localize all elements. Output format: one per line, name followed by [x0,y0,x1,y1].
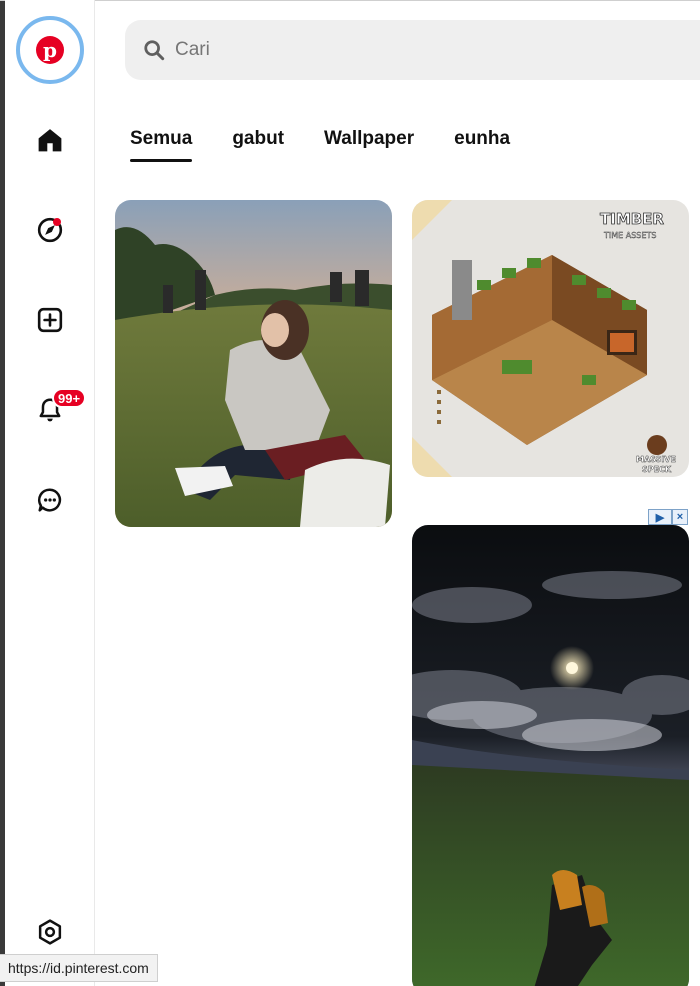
chat-icon [38,488,62,512]
ad-close-button[interactable]: × [672,509,688,525]
tab-wallpaper[interactable]: Wallpaper [324,128,414,162]
pin-card-night-meadow[interactable] [412,525,689,986]
tab-eunha[interactable]: eunha [454,128,510,162]
pin-card-timber-room[interactable]: TIMBER TIME ASSETS MASSIVE SPECK [412,200,689,477]
status-bar-url: https://id.pinterest.com [0,954,158,982]
home-button[interactable] [20,110,80,170]
window-top-edge [0,0,700,1]
new-content-dot [53,218,61,226]
pin2-subtitle: TIME ASSETS [603,231,656,240]
create-button[interactable] [20,290,80,350]
ad-info-button[interactable]: ▶ [648,509,672,525]
pin-image-night-meadow [412,525,689,986]
settings-button[interactable] [20,902,80,962]
search-icon [144,40,165,61]
messages-button[interactable] [20,470,80,530]
home-icon [38,129,62,152]
tab-gabut[interactable]: gabut [232,128,284,162]
pinterest-logo-button[interactable]: p [16,16,84,84]
notification-count-badge: 99+ [52,388,87,408]
create-icon [37,307,63,333]
explore-button[interactable] [20,200,80,260]
pin2-brand-line1: MASSIVE [636,455,676,464]
search-bar[interactable] [125,20,700,80]
notifications-button[interactable]: 99+ [20,380,87,440]
pin2-brand-line2: SPECK [642,465,672,474]
board-tabs: Semua gabut Wallpaper eunha [130,128,550,162]
settings-icon [38,919,62,945]
pin-card-girl-on-hill[interactable] [115,200,392,527]
pin2-title: TIMBER [600,210,664,228]
pin-image-timber-room: TIMBER TIME ASSETS MASSIVE SPECK [412,200,689,477]
pin-image-girl-on-hill [115,200,392,527]
tab-semua[interactable]: Semua [130,128,193,162]
sidebar: p 99+ [5,0,95,986]
pinterest-logo-icon: p [36,36,64,64]
search-input[interactable] [175,39,575,61]
